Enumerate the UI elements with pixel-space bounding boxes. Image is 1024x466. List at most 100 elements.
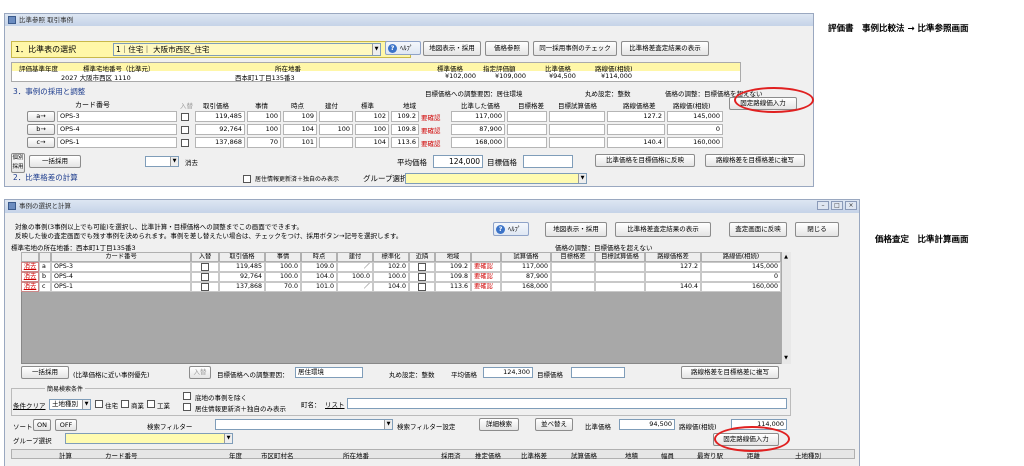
minimize-icon[interactable]: – [817, 201, 829, 210]
chiiki-value[interactable]: 113.6 [435, 282, 471, 292]
row-b-select-button[interactable]: b→ [27, 124, 55, 135]
row-delete-button[interactable]: 消去 [21, 282, 39, 292]
chiiki-value[interactable]: 109.2 [435, 262, 471, 272]
bulk-adopt-button[interactable]: 一括採用 [21, 366, 69, 379]
card-number-input[interactable]: OPS-3 [51, 262, 191, 272]
card-number-input[interactable]: OPS-4 [51, 272, 191, 282]
target-diff-input[interactable] [551, 262, 595, 272]
tate-value[interactable]: ／ [337, 282, 373, 292]
jiten-value[interactable]: 109 [283, 111, 317, 122]
jijo-value[interactable]: 100.0 [265, 272, 301, 282]
exclude-sokochi-checkbox[interactable] [183, 392, 191, 400]
swap-button[interactable]: 入替 [189, 366, 211, 379]
show-result-button[interactable]: 比準格差査定結果の表示 [615, 222, 711, 237]
hyojun-value[interactable]: 102 [355, 111, 389, 122]
target-diff-input[interactable] [507, 137, 547, 148]
price-reference-button[interactable]: 価格参照 [485, 41, 529, 56]
clear-conditions-link[interactable]: 条件クリア [13, 400, 46, 410]
jijo-value[interactable]: 100 [247, 124, 281, 135]
standard-table-select[interactable]: 1｜住宅｜ 大阪市西区_住宅 ▼ [113, 43, 381, 56]
swap-checkbox[interactable] [201, 263, 209, 271]
jijo-value[interactable]: 100.0 [265, 262, 301, 272]
individual-adopt-button[interactable]: 個別採用 [11, 153, 25, 173]
detail-search-button[interactable]: 詳細検索 [479, 418, 519, 431]
close-icon[interactable]: × [845, 201, 857, 210]
jiten-value[interactable]: 109.0 [301, 262, 337, 272]
bulk-adopt-button[interactable]: 一括採用 [29, 155, 81, 168]
hyojun-value[interactable]: 104.0 [373, 282, 409, 292]
row-a-select-button[interactable]: a→ [27, 111, 55, 122]
hyojun-value[interactable]: 100.0 [373, 272, 409, 282]
map-display-button[interactable]: 地図表示・採用 [545, 222, 607, 237]
tate-value[interactable]: ／ [337, 262, 373, 272]
map-display-button[interactable]: 地図表示・採用 [423, 41, 481, 56]
jiten-value[interactable]: 104 [283, 124, 317, 135]
group-select[interactable]: ▼ [65, 433, 233, 444]
close-button[interactable]: 閉じる [795, 222, 839, 237]
hyojun-value[interactable]: 102.0 [373, 262, 409, 272]
card-number-input[interactable]: OPS-1 [57, 137, 177, 148]
target-price-input[interactable] [571, 367, 625, 378]
reflect-button[interactable]: 査定画面に反映 [729, 222, 787, 237]
target-diff-input[interactable] [507, 111, 547, 122]
swap-checkbox[interactable] [181, 113, 189, 121]
update-filter-checkbox[interactable] [183, 403, 191, 411]
swap-checkbox[interactable] [201, 273, 209, 281]
adopt-mode-select[interactable]: ▼ [145, 156, 179, 167]
help-button[interactable]: ? ﾍﾙﾌﾟ [493, 222, 529, 236]
swap-checkbox[interactable] [201, 283, 209, 291]
copy-rosen-diff-button[interactable]: 路線格差を目標格差に複写 [681, 366, 779, 379]
reflect-to-target-button[interactable]: 比準価格を目標価格に反映 [595, 154, 695, 167]
sort-on-button[interactable]: ON [33, 419, 51, 431]
neighbor-checkbox[interactable] [418, 263, 426, 271]
neighbor-checkbox[interactable] [418, 283, 426, 291]
target-diff-input[interactable] [507, 124, 547, 135]
help-button[interactable]: ? ﾍﾙﾌﾟ [385, 41, 421, 55]
commercial-checkbox[interactable] [121, 400, 129, 408]
jijo-value[interactable]: 100 [247, 111, 281, 122]
copy-rosen-diff-button[interactable]: 路線格差を目標格差に複写 [705, 154, 805, 167]
adjust-reason-value[interactable]: 居住環境 [295, 367, 363, 378]
tate-value[interactable]: 100.0 [337, 272, 373, 282]
chiiki-value[interactable]: 109.8 [435, 272, 471, 282]
neighbor-checkbox[interactable] [418, 273, 426, 281]
jiten-value[interactable]: 104.0 [301, 272, 337, 282]
row-c-select-button[interactable]: c→ [27, 137, 55, 148]
card-number-input[interactable]: OPS-1 [51, 282, 191, 292]
target-price-input[interactable] [523, 155, 573, 168]
swap-checkbox[interactable] [181, 126, 189, 134]
chiiki-value[interactable]: 109.8 [391, 124, 419, 135]
industrial-checkbox[interactable] [147, 400, 155, 408]
scroll-down-icon[interactable]: ▼ [782, 354, 790, 362]
chiiki-value[interactable]: 109.2 [391, 111, 419, 122]
filter-select[interactable]: ▼ [215, 419, 393, 430]
tate-value[interactable] [319, 111, 353, 122]
hyojun-value[interactable]: 104 [355, 137, 389, 148]
residential-checkbox[interactable] [95, 400, 103, 408]
chiiki-value[interactable]: 113.6 [391, 137, 419, 148]
delete-label[interactable]: 消去 [185, 157, 198, 167]
jiten-value[interactable]: 101.0 [301, 282, 337, 292]
card-number-input[interactable]: OPS-3 [57, 111, 177, 122]
tate-value[interactable] [319, 137, 353, 148]
row-delete-button[interactable]: 消去 [21, 262, 39, 272]
town-input[interactable] [347, 398, 787, 409]
town-list-link[interactable]: リスト [325, 399, 345, 409]
jijo-value[interactable]: 70 [247, 137, 281, 148]
group-select[interactable]: ▼ [405, 173, 587, 184]
grid-scrollbar[interactable] [781, 252, 791, 364]
show-result-button[interactable]: 比準格差査定結果の表示 [621, 41, 709, 56]
target-diff-input[interactable] [551, 282, 595, 292]
jijo-value[interactable]: 70.0 [265, 282, 301, 292]
filter-settings-link[interactable]: 検索フィルター設定 [397, 421, 455, 431]
jiten-value[interactable]: 101 [283, 137, 317, 148]
hyojun-value[interactable]: 100 [355, 124, 389, 135]
card-number-input[interactable]: OPS-4 [57, 124, 177, 135]
land-type-select[interactable]: 土地種別 ▼ [49, 399, 91, 410]
target-diff-input[interactable] [551, 272, 595, 282]
maximize-icon[interactable]: □ [831, 201, 843, 210]
tate-value[interactable]: 100 [319, 124, 353, 135]
scroll-up-icon[interactable]: ▲ [782, 253, 790, 261]
update-filter-checkbox[interactable] [243, 175, 251, 183]
row-delete-button[interactable]: 消去 [21, 272, 39, 282]
